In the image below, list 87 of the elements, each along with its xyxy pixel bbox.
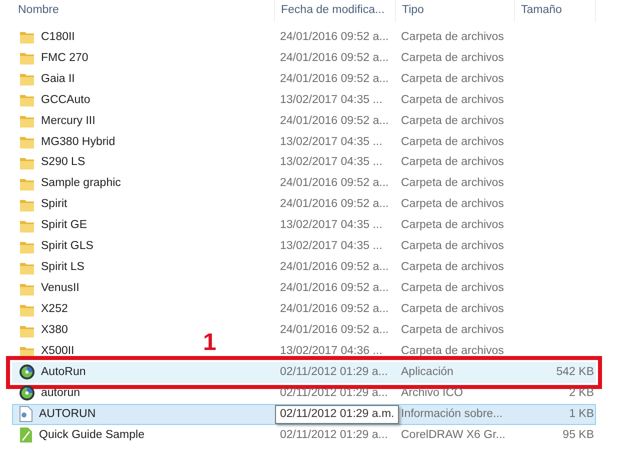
type-cell-text: Carpeta de archivos <box>400 281 505 296</box>
folder-icon <box>19 218 35 233</box>
size-cell-text: 542 KB <box>555 364 594 380</box>
file-name: autorun <box>41 386 80 401</box>
date-cell-text: 13/02/2017 04:36 ... <box>279 344 384 359</box>
folder-icon <box>19 302 35 317</box>
date-cell-text: 02/11/2012 01:29 a... <box>279 386 389 401</box>
folder-icon <box>19 156 35 170</box>
type-cell-text: Carpeta de archivos <box>400 50 505 66</box>
date-cell-text: 24/01/2016 09:52 a... <box>279 281 390 296</box>
date-cell-text: 24/01/2016 09:52 a... <box>279 302 390 318</box>
type-cell-text: Aplicación <box>400 364 454 380</box>
disc-icon <box>19 364 35 380</box>
callout-number: 1 <box>203 331 216 355</box>
tooltip: 02/11/2012 01:29 a.m. <box>275 404 400 424</box>
file-name: X252 <box>41 302 68 318</box>
folder-icon <box>19 240 35 254</box>
folder-icon <box>19 114 35 128</box>
file-name: GCCAuto <box>41 92 90 108</box>
type-cell-text: Carpeta de archivos <box>400 92 505 108</box>
folder-icon <box>19 260 35 275</box>
date-cell-text: 24/01/2016 09:52 a... <box>279 197 390 212</box>
date-cell-text: 24/01/2016 09:52 a... <box>279 260 390 276</box>
date-cell-text: 13/02/2017 04:35 ... <box>279 239 384 254</box>
type-cell-text: Carpeta de archivos <box>400 239 505 254</box>
type-cell-text: Carpeta de archivos <box>400 218 505 234</box>
date-cell-text: 24/01/2016 09:52 a... <box>279 72 390 87</box>
file-name: Mercury III <box>41 114 96 129</box>
file-name: Spirit <box>41 197 68 212</box>
type-cell-text: Carpeta de archivos <box>400 134 505 150</box>
folder-icon <box>19 30 35 44</box>
drawing-file-icon <box>19 427 33 444</box>
date-cell-text: 13/02/2017 04:35 ... <box>279 134 384 150</box>
column-header[interactable]: Tipo <box>396 0 515 22</box>
folder-icon <box>19 282 35 296</box>
file-name: AUTORUN <box>39 406 96 422</box>
type-cell-text: Carpeta de archivos <box>400 72 505 87</box>
type-cell-text: Carpeta de archivos <box>400 302 505 318</box>
date-cell-text: 13/02/2017 04:35 ... <box>279 92 384 108</box>
size-cell-text: 2 KB <box>568 386 594 401</box>
type-cell-text: Carpeta de archivos <box>400 197 505 212</box>
file-name: Sample graphic <box>41 176 121 192</box>
type-cell-text: Carpeta de archivos <box>400 155 505 170</box>
folder-icon <box>19 344 35 359</box>
file-name: X500II <box>41 344 74 359</box>
type-cell-text: Información sobre... <box>400 406 504 422</box>
file-name: Quick Guide Sample <box>39 428 144 443</box>
date-cell-text: 24/01/2016 09:52 a... <box>279 176 390 192</box>
date-cell-text: 24/01/2016 09:52 a... <box>279 114 390 129</box>
file-name: MG380 Hybrid <box>41 134 116 150</box>
date-cell-text: 24/01/2016 09:52 a... <box>279 30 390 45</box>
date-cell-text: 13/02/2017 04:35 ... <box>279 218 384 234</box>
folder-icon <box>19 177 35 192</box>
type-cell-text: Carpeta de archivos <box>400 30 505 45</box>
file-name: AutoRun <box>41 364 86 380</box>
file-name: VenusII <box>41 281 80 296</box>
file-name: Spirit GE <box>41 218 88 234</box>
file-name: S290 LS <box>41 155 86 170</box>
folder-icon <box>19 198 35 212</box>
type-cell-text: CorelDRAW X6 Gr... <box>400 428 506 443</box>
date-cell-text: 02/11/2012 01:29 a... <box>279 364 389 380</box>
column-header[interactable]: Fecha de modifica... <box>275 0 396 22</box>
type-cell-text: Archivo ICO <box>400 386 464 401</box>
type-cell-text: Carpeta de archivos <box>400 344 505 359</box>
file-name: C180II <box>41 30 75 45</box>
size-cell-text: 1 KB <box>568 406 594 422</box>
file-row[interactable]: AUTORUN 02/11/2012 01:29 a.m. Información sobre... 1 KB <box>12 404 596 425</box>
file-name: FMC 270 <box>41 50 88 66</box>
type-cell-text: Carpeta de archivos <box>400 114 505 129</box>
date-cell-text: 02/11/2012 01:29 a... <box>279 428 389 443</box>
file-name: Gaia II <box>41 72 75 87</box>
date-cell-text: 24/01/2016 09:52 a... <box>279 50 390 66</box>
disc-icon <box>19 385 35 402</box>
date-cell-text: 13/02/2017 04:35 ... <box>279 155 384 170</box>
folder-icon <box>19 51 35 66</box>
type-cell-text: Carpeta de archivos <box>400 260 505 276</box>
file-name: Spirit GLS <box>41 239 94 254</box>
settings-file-icon <box>19 406 33 422</box>
folder-icon <box>19 72 35 86</box>
type-cell-text: Carpeta de archivos <box>400 176 505 192</box>
file-name: Spirit LS <box>41 260 84 276</box>
folder-icon <box>19 93 35 108</box>
column-header[interactable]: Tamaño <box>515 0 596 22</box>
folder-icon <box>19 135 35 150</box>
folder-icon <box>19 324 35 338</box>
column-header[interactable]: Nombre <box>0 0 275 22</box>
size-cell-text: 95 KB <box>562 428 594 443</box>
